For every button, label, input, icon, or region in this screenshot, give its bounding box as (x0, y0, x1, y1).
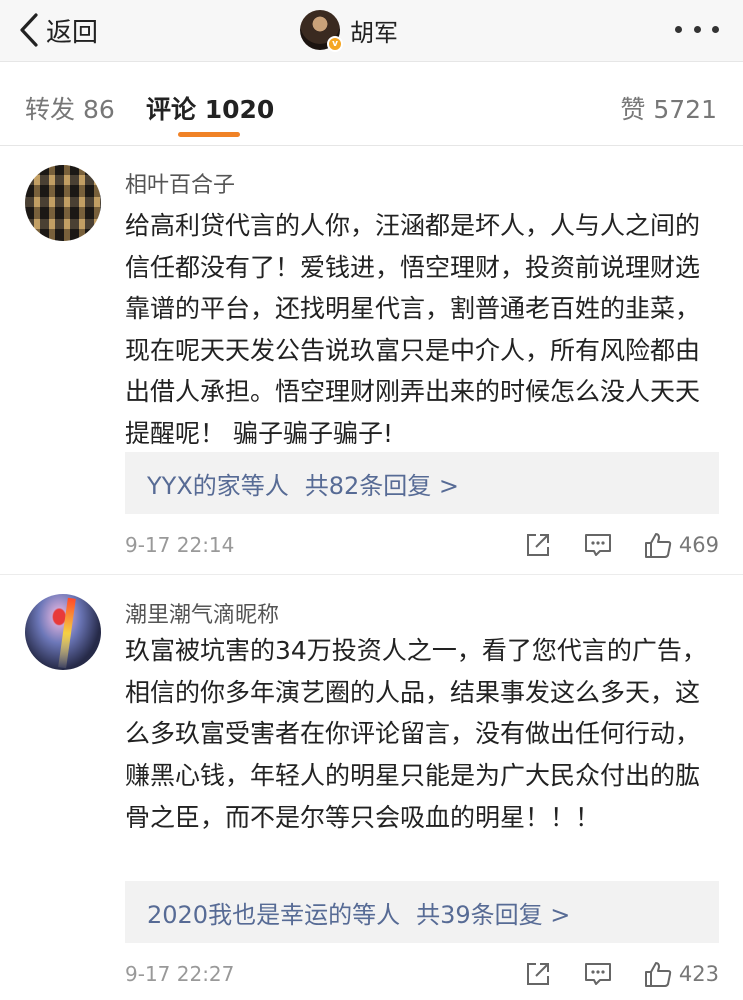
avatar[interactable] (25, 594, 101, 670)
comment-username[interactable]: 潮里潮气滴昵称 (125, 597, 279, 629)
page-title: 胡军 (350, 18, 398, 47)
replies-summary-button[interactable]: 2020我也是幸运的等人 共39条回复 > (125, 881, 719, 943)
comment-actions: 423 (523, 956, 719, 992)
tab-comments[interactable]: 评论 1020 (146, 90, 274, 126)
comment-time: 9-17 22:27 (125, 962, 235, 986)
comment-meta: 9-17 22:27 423 (125, 956, 719, 992)
more-options-button[interactable] (675, 16, 719, 42)
like-count: 423 (678, 962, 719, 986)
tab-bar: 转发 86 评论 1020 赞 5721 (0, 62, 743, 146)
nav-profile[interactable]: v 胡军 (300, 8, 398, 52)
tab-repost[interactable]: 转发 86 (25, 90, 115, 126)
share-icon (526, 963, 549, 985)
verified-badge-icon: v (327, 36, 343, 52)
chevron-left-icon (20, 13, 38, 47)
replies-summary-button[interactable]: YYX的家等人 共82条回复 > (125, 452, 719, 514)
comment-text: 给高利贷代言的人你，汪涵都是坏人，人与人之间的信任都没有了！爱钱进，悟空理财，投… (125, 211, 701, 448)
thumbs-up-icon (644, 533, 672, 558)
back-label: 返回 (46, 17, 99, 48)
active-tab-indicator (178, 132, 240, 137)
comment-text: 玖富被坑害的34万投资人之一，看了您代言的广告，相信的你多年演艺圈的人品，结果事… (125, 636, 707, 832)
like-button[interactable]: 469 (643, 530, 719, 560)
reply-button[interactable] (583, 959, 613, 989)
comment-item: 相叶百合子 给高利贷代言的人你，汪涵都是坏人，人与人之间的信任都没有了！爱钱进，… (0, 147, 743, 575)
like-button[interactable]: 423 (643, 959, 719, 989)
comment-time: 9-17 22:14 (125, 533, 235, 557)
replies-count: 共82条回复 > (304, 471, 460, 500)
back-button[interactable]: 返回 (18, 10, 98, 50)
share-button[interactable] (523, 530, 553, 560)
replies-users: 2020我也是幸运的等人 (147, 900, 401, 929)
like-count: 469 (678, 533, 719, 557)
dot-icon (693, 25, 701, 33)
dot-icon (675, 25, 682, 33)
share-button[interactable] (523, 959, 553, 989)
avatar[interactable] (25, 165, 101, 241)
comment-meta: 9-17 22:14 469 (125, 527, 719, 563)
nav-bar: 返回 v 胡军 (0, 0, 743, 62)
avatar[interactable]: v (300, 10, 343, 52)
dot-icon (712, 25, 719, 33)
reply-button[interactable] (583, 530, 613, 560)
comment-icon (584, 963, 611, 985)
replies-count: 共39条回复 > (416, 900, 571, 929)
comment-actions: 469 (523, 527, 719, 563)
share-icon (526, 534, 549, 556)
comment-item: 潮里潮气滴昵称 玖富被坑害的34万投资人之一，看了您代言的广告，相信的你多年演艺… (0, 576, 743, 1000)
replies-users: YYX的家等人 (147, 471, 289, 500)
comment-icon (584, 534, 611, 556)
comment-username[interactable]: 相叶百合子 (125, 167, 235, 199)
thumbs-up-icon (644, 962, 672, 987)
tab-likes[interactable]: 赞 5721 (620, 90, 717, 126)
